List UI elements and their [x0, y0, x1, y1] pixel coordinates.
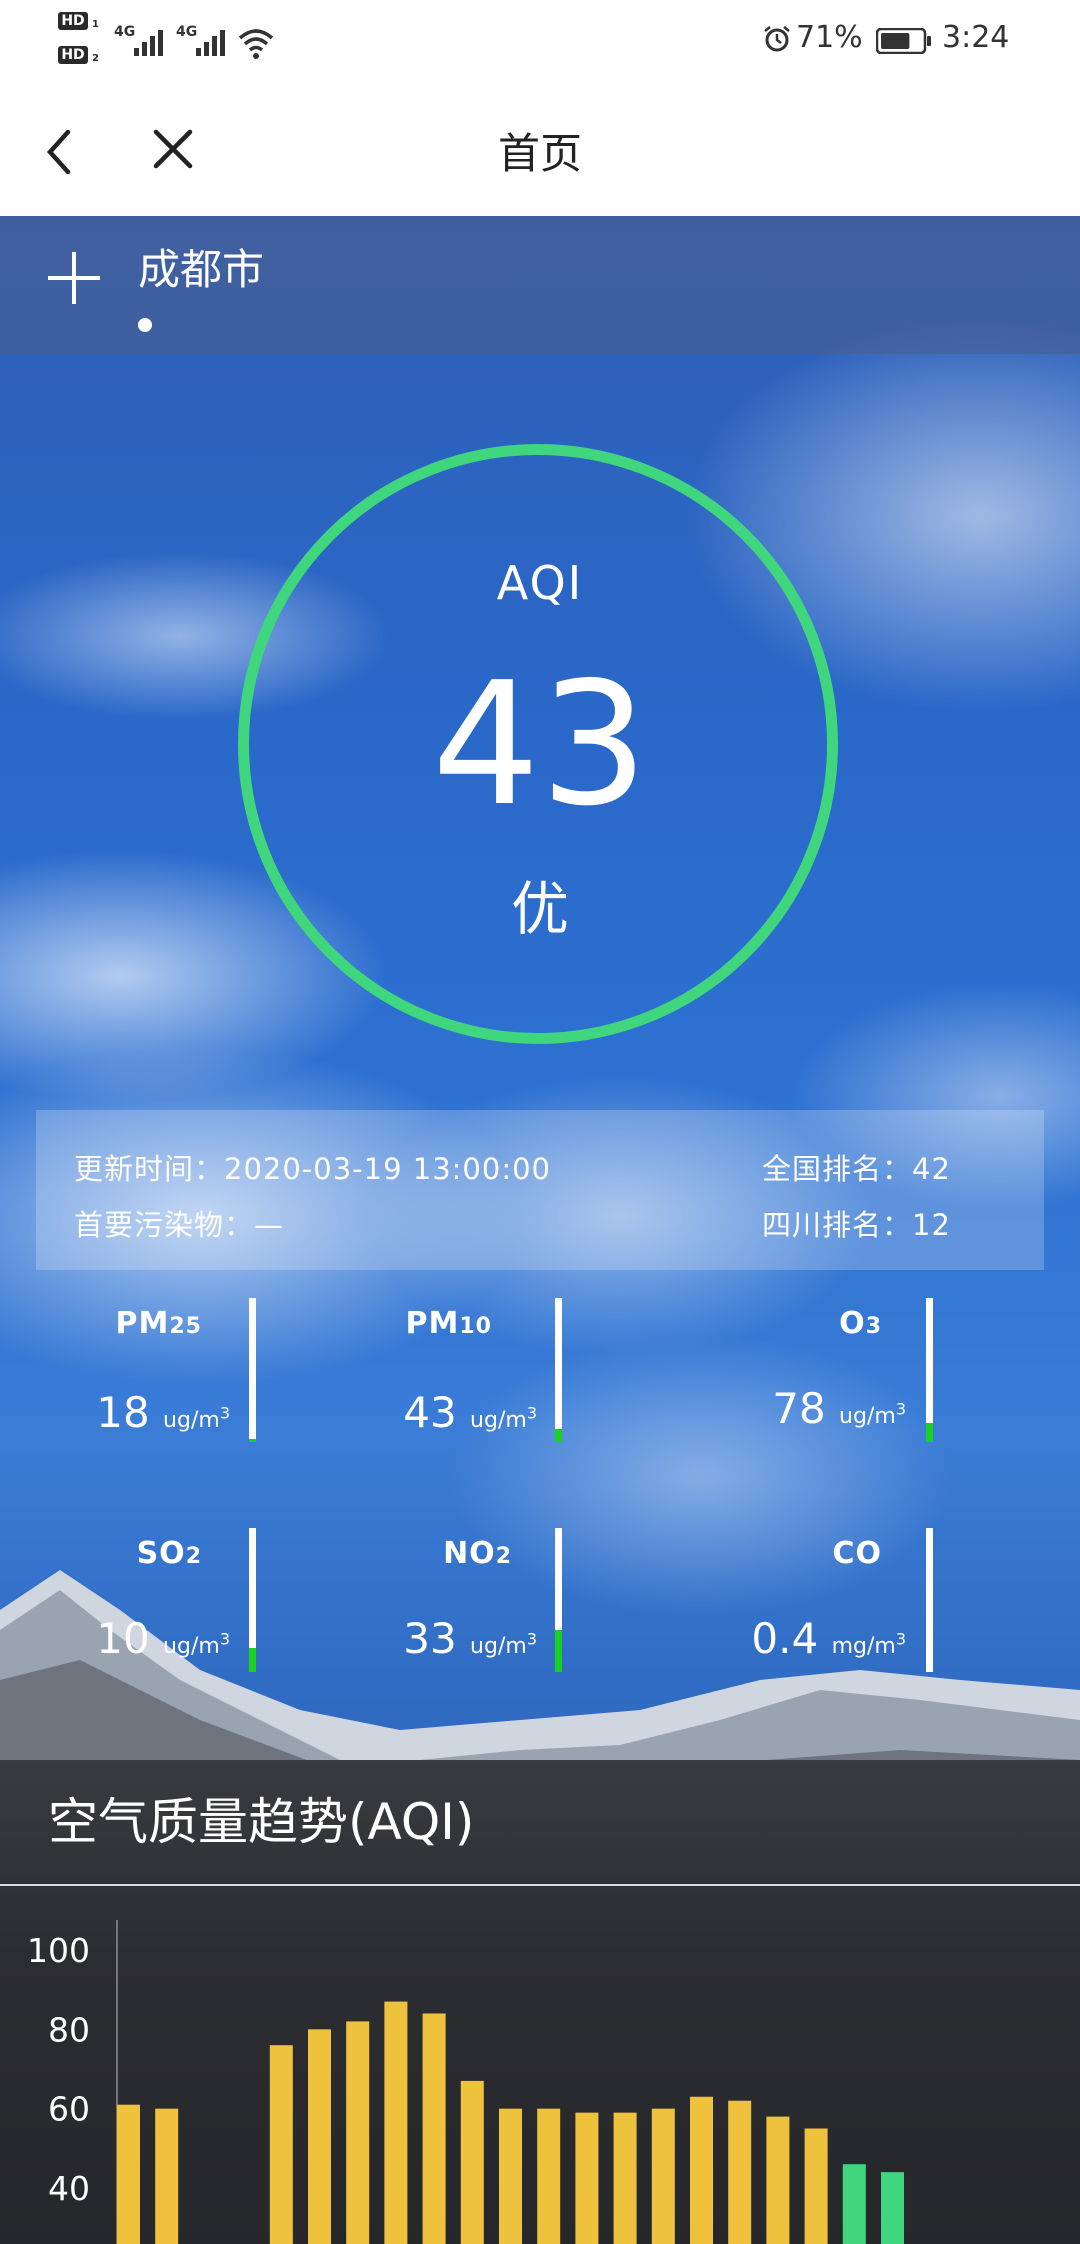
chart-bar [804, 2128, 828, 2244]
hd-badge-2-sub: 2 [92, 53, 99, 64]
chart-bar [499, 2108, 522, 2244]
pollutant-name: SO2 [136, 1536, 202, 1571]
app-screen: HD 1 HD 2 4G 4G 71% 3:24 首页 成都市 AQI 43 优… [0, 0, 1080, 2244]
status-bar: HD 1 HD 2 4G 4G 71% 3:24 [0, 0, 1080, 86]
pollutant-name: PM25 [115, 1306, 202, 1341]
clock: 3:24 [942, 20, 1010, 55]
pollutant-name: PM10 [405, 1306, 492, 1341]
aqi-level: 优 [510, 875, 569, 943]
chart-bar [651, 2108, 675, 2244]
co-gauge [926, 1528, 933, 1672]
pm10-gauge [555, 1298, 562, 1442]
hd-badge-1-label: HD [61, 13, 85, 29]
signal-icon [196, 26, 236, 56]
hd-badge-2: HD 2 [58, 46, 99, 64]
status-right: 71% 3:24 [762, 16, 1022, 66]
pollutant-name: O3 [839, 1306, 882, 1341]
battery-icon [876, 28, 931, 54]
main-pollutant: 首要污染物：— [74, 1208, 285, 1242]
update-time: 更新时间：2020-03-19 13:00:00 [74, 1152, 551, 1186]
chart-bar [842, 2164, 866, 2244]
pm25-gauge [249, 1298, 256, 1442]
chart-bar [155, 2108, 179, 2244]
pollutant-name: NO2 [443, 1536, 512, 1571]
pollutant-value: 18 ug/m3 [96, 1388, 230, 1437]
chart-bar [690, 2096, 713, 2244]
hd-badge-1: HD 1 [58, 12, 99, 30]
alarm-icon [764, 26, 790, 52]
no2-gauge [555, 1528, 562, 1672]
national-rank: 全国排名：42 [762, 1152, 951, 1186]
network-1-label: 4G [114, 24, 136, 40]
hd-badge-2-label: HD [61, 47, 85, 63]
info-panel: 更新时间：2020-03-19 13:00:00 首要污染物：— 全国排名：42… [36, 1110, 1044, 1270]
chart-bar [384, 2001, 408, 2244]
pollutant-o3[interactable]: O3 78 ug/m3 [720, 1296, 910, 1446]
pollutant-pm10[interactable]: PM10 43 ug/m3 [350, 1296, 540, 1446]
plus-icon [48, 252, 100, 304]
pollutant-value: 78 ug/m3 [772, 1384, 906, 1433]
chart-bar [881, 2172, 904, 2244]
y-tick-label: 60 [48, 2090, 90, 2129]
so2-gauge [249, 1528, 256, 1672]
y-tick-label: 100 [27, 1931, 90, 1970]
signal-1: 4G [114, 20, 174, 60]
page-indicator-dot [138, 318, 152, 332]
y-tick-label: 40 [48, 2169, 90, 2208]
pollutant-so2[interactable]: SO2 10 ug/m3 [40, 1526, 230, 1676]
chart-bar [766, 2116, 790, 2244]
chart-bar [575, 2112, 599, 2244]
chart-bar [537, 2108, 561, 2244]
o3-gauge [926, 1298, 933, 1442]
pollutant-name: CO [832, 1536, 882, 1571]
add-city-button[interactable] [46, 250, 102, 306]
aqi-trend-chart: 100 80 60 40 [27, 1920, 904, 2244]
hd-badge-1-sub: 1 [92, 19, 99, 30]
chart-bar [728, 2100, 752, 2244]
page-title: 首页 [497, 129, 582, 178]
chart-bar [613, 2112, 637, 2244]
chart-bar [422, 2013, 446, 2244]
nav-bar: 首页 [0, 86, 1080, 216]
province-rank: 四川排名：12 [762, 1208, 951, 1242]
y-tick-label: 80 [48, 2010, 90, 2049]
city-name[interactable]: 成都市 [138, 236, 264, 297]
aqi-label: AQI [496, 556, 584, 610]
aqi-value: 43 [431, 646, 649, 844]
chart-bar [346, 2021, 370, 2244]
pollutant-co[interactable]: CO 0.4 mg/m3 [720, 1526, 910, 1676]
pollutant-value: 33 ug/m3 [403, 1614, 537, 1663]
signal-icon [134, 26, 174, 56]
chart-bar [308, 2029, 331, 2244]
trend-divider [0, 1884, 1080, 1886]
signal-2: 4G [176, 20, 236, 60]
network-2-label: 4G [176, 24, 198, 40]
pollutant-value: 0.4 mg/m3 [751, 1614, 906, 1663]
pollutant-value: 43 ug/m3 [403, 1388, 537, 1437]
pollutant-no2[interactable]: NO2 33 ug/m3 [350, 1526, 540, 1676]
chart-bar [269, 2045, 293, 2244]
wifi-icon [238, 29, 274, 59]
chart-bar [460, 2080, 484, 2244]
trend-title: 空气质量趋势(AQI) [48, 1793, 475, 1851]
battery-percent: 71% [796, 20, 863, 55]
pollutant-pm25[interactable]: PM25 18 ug/m3 [40, 1296, 230, 1446]
chart-bar [117, 2104, 140, 2244]
pollutant-value: 10 ug/m3 [96, 1614, 230, 1663]
